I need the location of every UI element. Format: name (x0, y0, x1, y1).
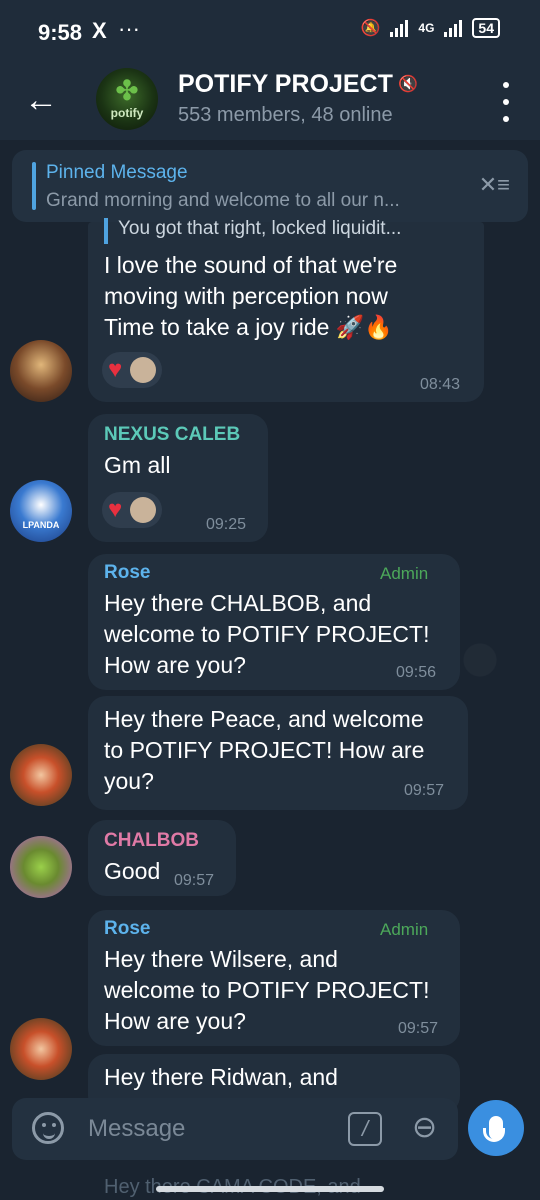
bot-commands-button[interactable]: / (348, 1112, 382, 1146)
message-text: Hey there Ridwan, and (104, 1064, 338, 1090)
message-text: I love the sound of that we're moving wi… (104, 252, 398, 340)
message-time: 09:25 (206, 516, 247, 533)
heart-reaction-icon: ♥ (108, 356, 123, 383)
group-avatar[interactable]: ✤ potify (96, 68, 158, 130)
group-title[interactable]: POTIFY PROJECT (178, 70, 393, 99)
chat-header: ← ✤ potify POTIFY PROJECT 🔇 553 members,… (0, 60, 540, 140)
status-time: 9:58 (38, 20, 83, 45)
reaction-chip[interactable]: ♥ (102, 352, 163, 388)
user-avatar[interactable] (10, 1018, 72, 1080)
pinned-title: Pinned Message (46, 162, 188, 183)
pinned-list-icon[interactable]: ✕≡ (479, 172, 510, 198)
message-time: 09:57 (174, 872, 215, 889)
muted-icon: 🔇 (398, 76, 418, 93)
user-avatar[interactable]: LPANDA (10, 480, 72, 542)
group-avatar-label: potify (110, 106, 144, 120)
message-composer: / ⊘ (12, 1098, 458, 1160)
pinned-text: Grand morning and welcome to all our n..… (46, 190, 400, 211)
pinned-message-bar[interactable]: Pinned Message Grand morning and welcome… (12, 150, 528, 222)
reaction-chip[interactable]: ♥ (102, 492, 163, 528)
more-options-button[interactable] (500, 82, 512, 122)
network-type: 4G (418, 21, 435, 35)
back-arrow-icon: ← (24, 81, 58, 119)
emoji-button[interactable] (32, 1112, 64, 1144)
reactor-avatar (130, 357, 157, 383)
leaf-logo-icon: ✤ (115, 75, 139, 106)
heart-reaction-icon: ♥ (108, 496, 123, 523)
sender-name[interactable]: Rose (104, 918, 150, 940)
status-bar: 9:58 X ··· 🔕 4G 54 (0, 0, 540, 60)
more-notifications-icon: ··· (118, 16, 140, 41)
back-button[interactable]: ← (24, 80, 64, 120)
message-time: 09:57 (404, 782, 445, 799)
reactor-avatar (130, 497, 157, 523)
status-indicators: 🔕 4G 54 (360, 18, 500, 38)
x-app-icon: X (92, 18, 107, 43)
message-text: Good (104, 858, 161, 884)
attach-button[interactable]: ⊘ (403, 1106, 446, 1149)
voice-record-button[interactable] (468, 1100, 524, 1156)
message-time: 08:43 (420, 376, 461, 393)
group-subtitle: 553 members, 48 online (178, 104, 393, 126)
signal-icon (390, 19, 409, 37)
mute-alert-icon: 🔕 (360, 20, 381, 37)
message-time: 09:57 (398, 1020, 439, 1037)
user-avatar[interactable] (10, 744, 72, 806)
message-text: Gm all (104, 452, 171, 478)
message-time: 09:56 (396, 664, 437, 681)
user-avatar[interactable] (10, 836, 72, 898)
avatar-label: LPANDA (22, 520, 60, 530)
home-indicator[interactable] (156, 1186, 384, 1192)
user-avatar[interactable] (10, 340, 72, 402)
signal-icon-2 (444, 19, 463, 37)
battery-icon: 54 (472, 18, 500, 38)
microphone-icon (483, 1116, 505, 1142)
pinned-indicator (32, 162, 36, 210)
message-input[interactable] (86, 1112, 340, 1146)
sender-name[interactable]: Rose (104, 562, 150, 584)
admin-badge: Admin (380, 564, 429, 583)
sender-name[interactable]: NEXUS CALEB (104, 424, 240, 446)
admin-badge: Admin (380, 920, 429, 939)
reply-quote[interactable]: You got that right, locked liquidit... (104, 218, 482, 244)
sender-name[interactable]: CHALBOB (104, 830, 199, 852)
